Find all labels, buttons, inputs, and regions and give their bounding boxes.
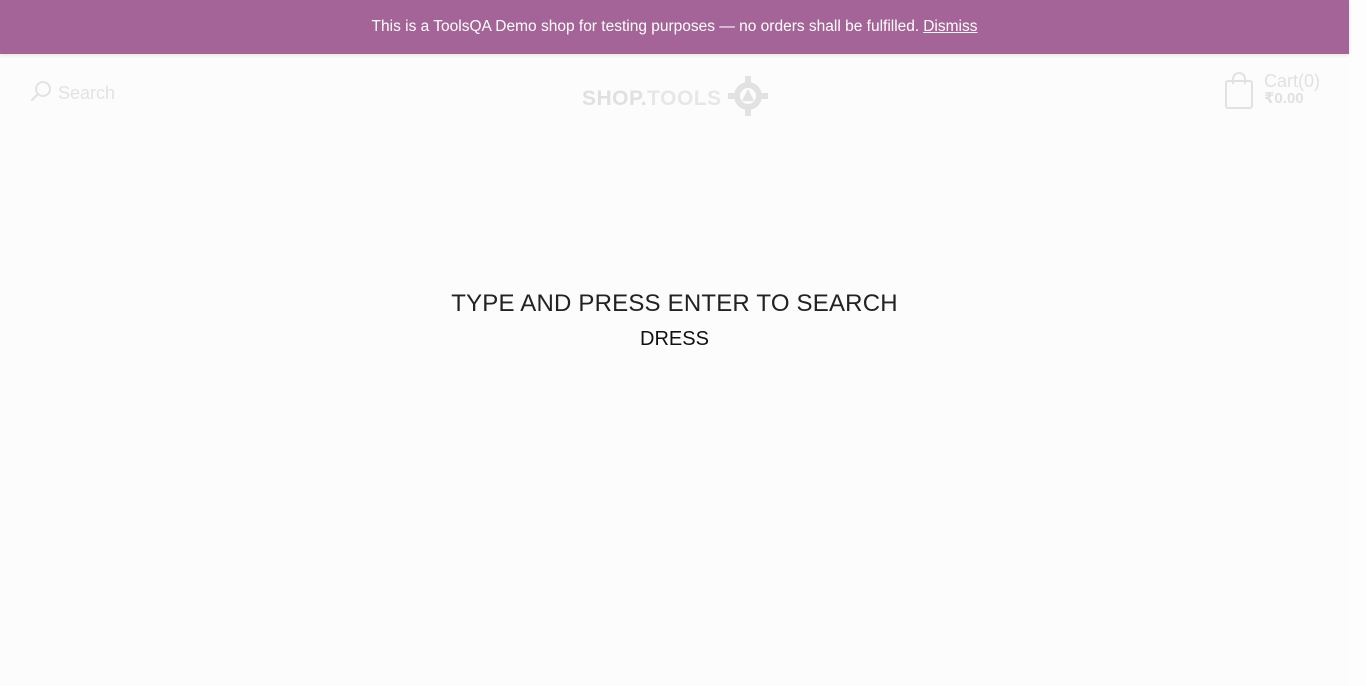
search-overlay: TYPE AND PRESS ENTER TO SEARCH [0, 290, 1349, 351]
search-prompt: TYPE AND PRESS ENTER TO SEARCH [451, 290, 898, 317]
cart-summary: Cart(0) ₹0.00 [1264, 72, 1320, 107]
search-input[interactable] [474, 328, 875, 351]
page: This is a ToolsQA Demo shop for testing … [0, 0, 1366, 686]
search-icon [30, 80, 52, 107]
site-header: Search SHOP. TOOLS Cart(0) ₹0.00 [0, 54, 1349, 134]
notice-text: This is a ToolsQA Demo shop for testing … [371, 18, 920, 35]
logo-text-shop: SHOP. [582, 87, 648, 110]
gear-icon [726, 74, 770, 124]
shopping-bag-icon [1224, 72, 1254, 115]
header-cart[interactable]: Cart(0) ₹0.00 [1224, 72, 1320, 115]
cart-total: ₹0.00 [1264, 89, 1304, 107]
header-search-label: Search [58, 83, 116, 103]
demo-store-notice: This is a ToolsQA Demo shop for testing … [0, 0, 1349, 54]
scrollbar[interactable] [1349, 0, 1366, 686]
site-logo[interactable]: SHOP. TOOLS [582, 74, 770, 124]
logo-text-tools: TOOLS [647, 87, 722, 110]
cart-count-label: Cart(0) [1264, 71, 1321, 91]
dismiss-link[interactable]: Dismiss [923, 18, 977, 36]
header-search[interactable]: Search [30, 80, 115, 107]
